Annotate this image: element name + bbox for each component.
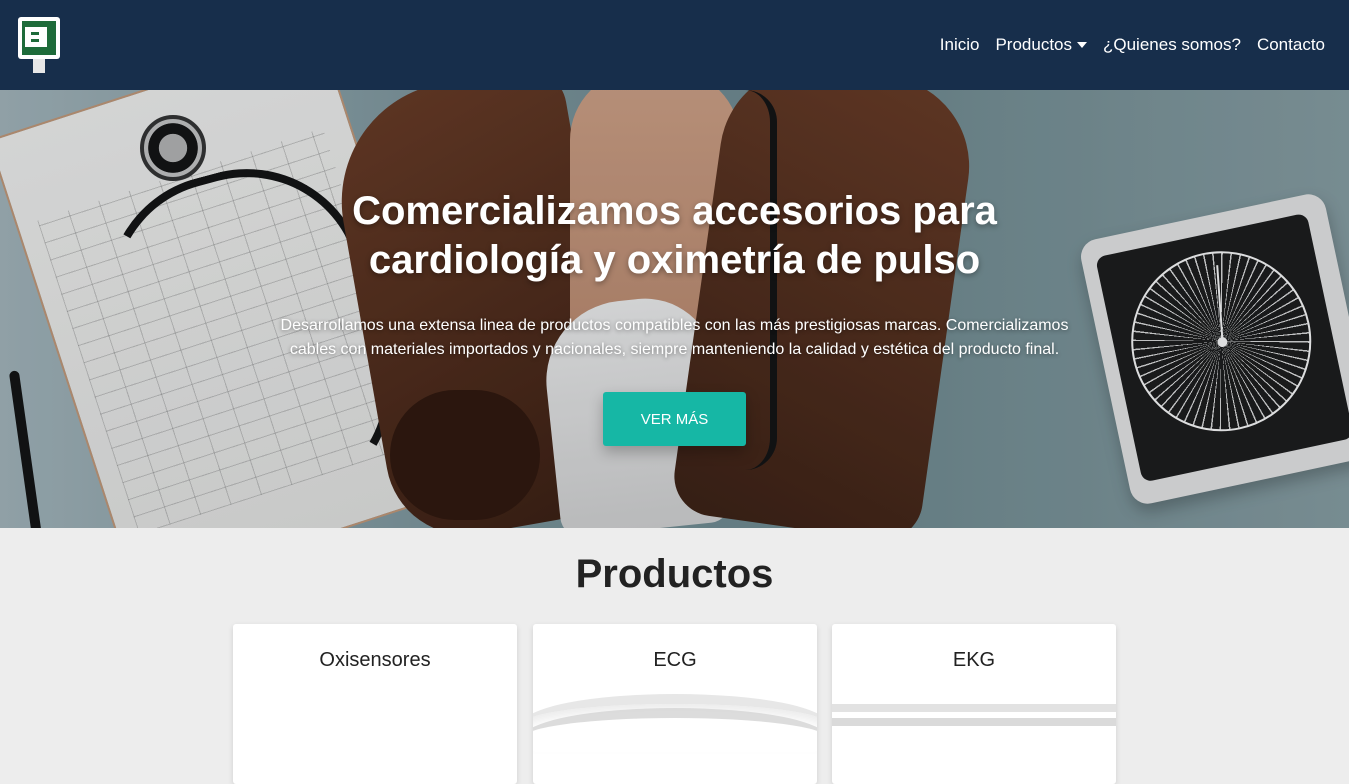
cable-image bbox=[533, 708, 817, 768]
products-title: Productos bbox=[575, 552, 774, 596]
nav-contacto-label: Contacto bbox=[1256, 35, 1325, 54]
cable-image bbox=[832, 718, 1116, 726]
hero-banner: Comercializamos accesorios para cardiolo… bbox=[0, 90, 1349, 528]
product-card-ekg[interactable]: EKG bbox=[832, 624, 1116, 784]
company-logo[interactable] bbox=[18, 17, 60, 73]
nav-contacto[interactable]: Contacto bbox=[1257, 35, 1325, 55]
nav-inicio[interactable]: Inicio bbox=[940, 35, 980, 55]
main-navigation: Inicio Productos ¿Quienes somos? Contact… bbox=[940, 0, 1325, 90]
nav-productos-label: Productos bbox=[995, 35, 1072, 54]
nav-quienes-somos[interactable]: ¿Quienes somos? bbox=[1103, 35, 1241, 55]
logo-letter bbox=[25, 27, 47, 47]
product-card-title: ECG bbox=[653, 649, 697, 671]
logo-letter-bar bbox=[31, 39, 39, 42]
top-navbar: Inicio Productos ¿Quienes somos? Contact… bbox=[0, 0, 1349, 90]
product-card-oxisensores[interactable]: Oxisensores bbox=[233, 624, 517, 784]
nav-quienes-somos-label: ¿Quienes somos? bbox=[1103, 35, 1241, 54]
logo-letter-bar bbox=[31, 32, 39, 35]
product-card-ecg[interactable]: ECG bbox=[533, 624, 817, 784]
products-section: Productos Oxisensores ECG EKG bbox=[0, 528, 1349, 784]
logo-stem bbox=[33, 59, 45, 73]
ver-mas-button[interactable]: VER MÁS bbox=[603, 392, 746, 446]
hero-title: Comercializamos accesorios para cardiolo… bbox=[352, 189, 997, 282]
product-card-title: EKG bbox=[952, 649, 996, 671]
cable-image bbox=[832, 704, 1116, 712]
nav-inicio-label: Inicio bbox=[939, 35, 980, 54]
nav-productos-dropdown[interactable]: Productos bbox=[995, 35, 1087, 55]
hero-content: Comercializamos accesorios para cardiolo… bbox=[0, 90, 1349, 528]
chevron-down-icon bbox=[1077, 42, 1087, 48]
product-card-title: Oxisensores bbox=[319, 649, 431, 671]
hero-description: Desarrollamos una extensa linea de produ… bbox=[280, 317, 1069, 358]
products-cards: Oxisensores ECG EKG bbox=[233, 624, 1116, 784]
